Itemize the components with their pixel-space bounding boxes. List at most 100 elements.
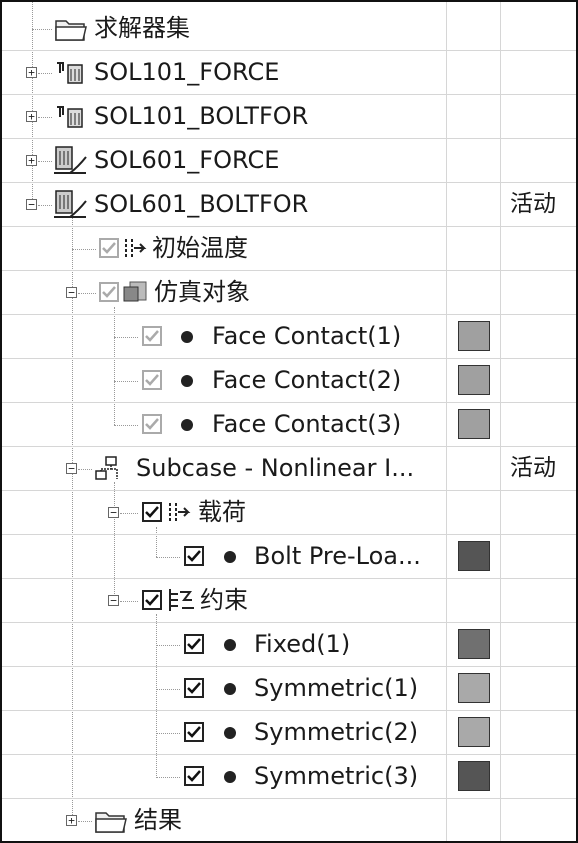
tree-guide — [38, 161, 52, 162]
tree-guide — [38, 205, 52, 206]
expand-toggle[interactable]: + — [26, 111, 37, 122]
color-swatch[interactable] — [458, 761, 490, 791]
collapse-toggle[interactable]: − — [108, 507, 119, 518]
nonlinear-solution-icon — [52, 187, 92, 225]
tree-guide — [156, 777, 180, 778]
collapse-toggle[interactable]: − — [66, 463, 77, 474]
expand-toggle[interactable]: + — [26, 155, 37, 166]
folder-icon — [94, 807, 128, 839]
tree-guide — [156, 733, 180, 734]
bullet-icon — [224, 639, 236, 651]
bullet-icon — [224, 771, 236, 783]
tree-label: 仿真对象 — [154, 278, 250, 306]
tree-row-bolt-preload[interactable]: Bolt Pre-Loa... — [2, 535, 576, 579]
tree-guide — [38, 73, 52, 74]
tree-label: 结果 — [134, 806, 182, 834]
tree-label: Face Contact(3) — [212, 410, 402, 438]
active-status: 活动 — [510, 191, 556, 217]
tree-row-sol101-force[interactable]: + SOL101_FORCE — [2, 51, 576, 95]
active-status: 活动 — [510, 455, 556, 481]
subcase-icon — [94, 455, 124, 487]
simulation-object-icon — [122, 279, 150, 309]
tree-row-face-contact-3[interactable]: Face Contact(3) — [2, 403, 576, 447]
collapse-toggle[interactable]: − — [26, 199, 37, 210]
visibility-checkbox[interactable] — [99, 282, 119, 302]
tree-row-constraints[interactable]: − 约束 — [2, 579, 576, 623]
visibility-checkbox[interactable] — [184, 722, 204, 742]
visibility-checkbox[interactable] — [184, 546, 204, 566]
tree-label: Bolt Pre-Loa... — [254, 542, 421, 570]
tree-label: Symmetric(2) — [254, 718, 419, 746]
tree-label: Symmetric(3) — [254, 762, 419, 790]
temperature-icon — [122, 235, 148, 265]
tree-label: SOL101_FORCE — [94, 58, 280, 86]
tree-guide — [156, 689, 180, 690]
tree-guide — [120, 601, 138, 602]
solution-icon — [54, 103, 88, 135]
tree-label: SOL601_FORCE — [94, 146, 280, 174]
color-swatch[interactable] — [458, 717, 490, 747]
color-swatch[interactable] — [458, 541, 490, 571]
color-swatch[interactable] — [458, 673, 490, 703]
bullet-icon — [181, 375, 193, 387]
navigator-tree-panel: 求解器集 + SOL101_FORCE + SOL101_BOLTFOR + S… — [0, 0, 578, 843]
visibility-checkbox[interactable] — [184, 634, 204, 654]
tree-label: Fixed(1) — [254, 630, 351, 658]
visibility-checkbox[interactable] — [184, 766, 204, 786]
expand-toggle[interactable]: + — [26, 67, 37, 78]
bullet-icon — [224, 683, 236, 695]
constraint-icon — [166, 586, 196, 618]
color-swatch[interactable] — [458, 321, 490, 351]
tree-guide — [78, 293, 96, 294]
tree-row-face-contact-1[interactable]: Face Contact(1) — [2, 315, 576, 359]
tree-row-sol101-boltfor[interactable]: + SOL101_BOLTFOR — [2, 95, 576, 139]
bullet-icon — [181, 419, 193, 431]
tree-guide — [114, 381, 138, 382]
tree-guide — [78, 469, 92, 470]
bullet-icon — [224, 727, 236, 739]
tree-label: Face Contact(2) — [212, 366, 402, 394]
tree-label: Face Contact(1) — [212, 322, 402, 350]
tree-row-sol601-force[interactable]: + SOL601_FORCE — [2, 139, 576, 183]
color-swatch[interactable] — [458, 409, 490, 439]
visibility-checkbox[interactable] — [99, 238, 119, 258]
folder-icon — [54, 15, 88, 47]
visibility-checkbox[interactable] — [142, 326, 162, 346]
collapse-toggle[interactable]: − — [66, 287, 77, 298]
visibility-checkbox[interactable] — [184, 678, 204, 698]
visibility-checkbox[interactable] — [142, 502, 162, 522]
tree-guide — [114, 425, 138, 426]
tree-label: SOL101_BOLTFOR — [94, 102, 309, 130]
tree-row-solver-set[interactable]: 求解器集 — [2, 7, 576, 51]
tree-row-symmetric-3[interactable]: Symmetric(3) — [2, 755, 576, 799]
visibility-checkbox[interactable] — [142, 590, 162, 610]
tree-guide — [156, 557, 180, 558]
tree-label: Symmetric(1) — [254, 674, 419, 702]
solution-icon — [54, 59, 88, 91]
bullet-icon — [224, 551, 236, 563]
visibility-checkbox[interactable] — [142, 414, 162, 434]
tree-label: 初始温度 — [152, 234, 248, 262]
tree-row-symmetric-2[interactable]: Symmetric(2) — [2, 711, 576, 755]
tree-label: 载荷 — [198, 498, 246, 526]
tree-row-loads[interactable]: − 载荷 — [2, 491, 576, 535]
collapse-toggle[interactable]: − — [108, 595, 119, 606]
tree-guide — [38, 117, 52, 118]
tree-row-face-contact-2[interactable]: Face Contact(2) — [2, 359, 576, 403]
color-swatch[interactable] — [458, 365, 490, 395]
tree-row-results[interactable]: + 结果 — [2, 799, 576, 843]
tree-row-simulation-objects[interactable]: − 仿真对象 — [2, 271, 576, 315]
color-swatch[interactable] — [458, 629, 490, 659]
expand-toggle[interactable]: + — [66, 815, 77, 826]
tree-row-subcase[interactable]: − Subcase - Nonlinear I... 活动 — [2, 447, 576, 491]
tree-row-sol601-boltfor[interactable]: − SOL601_BOLTFOR 活动 — [2, 183, 576, 227]
tree-label: Subcase - Nonlinear I... — [136, 454, 415, 482]
visibility-checkbox[interactable] — [142, 370, 162, 390]
tree-label: 约束 — [200, 586, 248, 614]
tree-guide — [120, 513, 138, 514]
tree-row-initial-temperature[interactable]: 初始温度 — [2, 227, 576, 271]
tree-label: SOL601_BOLTFOR — [94, 190, 309, 218]
tree-row-symmetric-1[interactable]: Symmetric(1) — [2, 667, 576, 711]
tree-row-fixed-1[interactable]: Fixed(1) — [2, 623, 576, 667]
nonlinear-solution-icon — [52, 143, 92, 181]
